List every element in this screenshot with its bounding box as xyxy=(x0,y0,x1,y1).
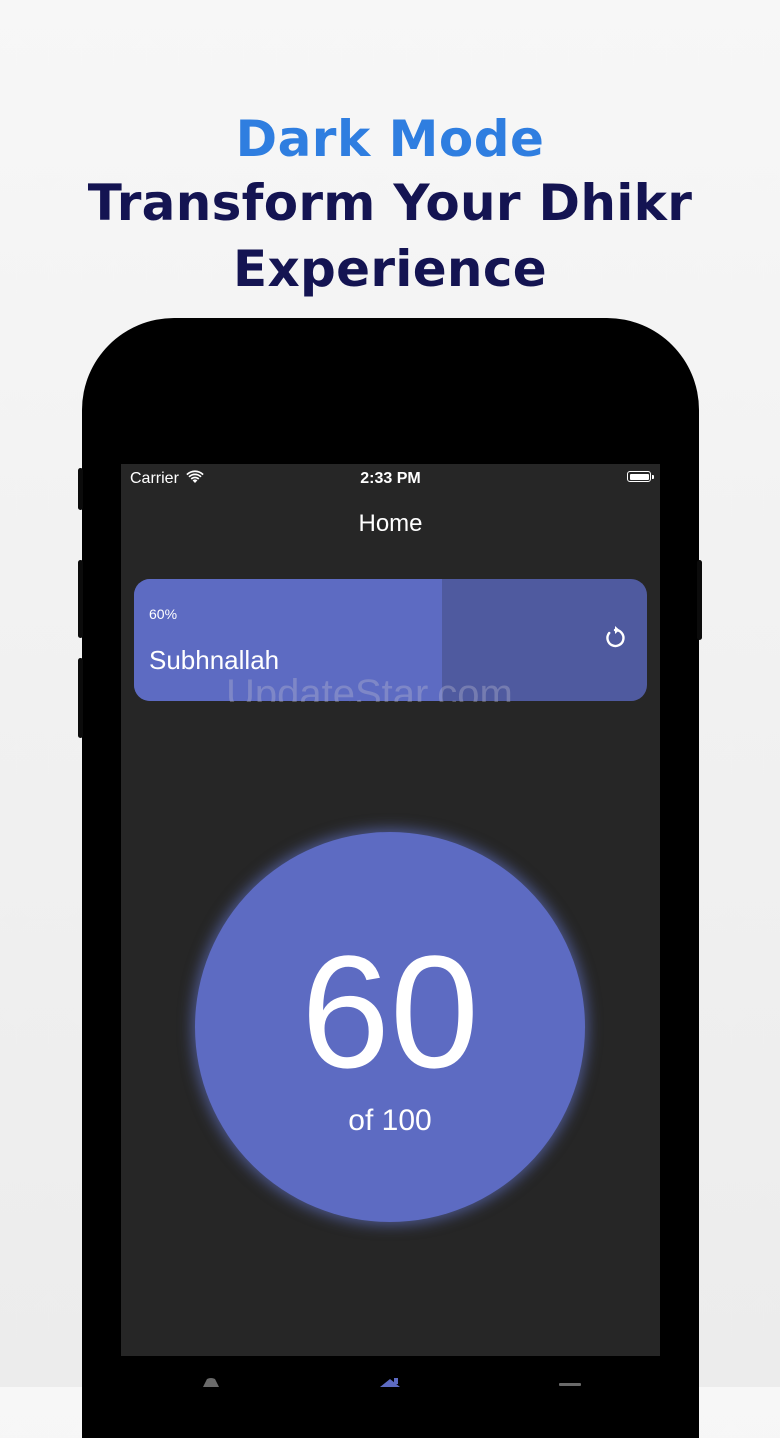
tab-icon-right[interactable] xyxy=(557,1378,583,1387)
phone-volume-up-button xyxy=(78,560,83,638)
phone-mute-switch xyxy=(78,468,83,510)
tab-icon-left[interactable] xyxy=(198,1378,224,1387)
counter-button[interactable]: 60 of 100 xyxy=(195,832,585,1222)
dhikr-progress-fill xyxy=(134,579,442,701)
counter-target: of 100 xyxy=(348,1104,432,1137)
nav-title: Home xyxy=(358,510,423,537)
phone-power-button xyxy=(697,560,702,640)
app-screen: Carrier 2:33 PM Home 60% Subhnallah 60 o… xyxy=(121,464,660,1356)
promo-main-title-line1: Transform Your Dhikr xyxy=(87,174,693,232)
dhikr-progress-percent: 60% xyxy=(149,606,178,622)
home-icon[interactable] xyxy=(377,1378,403,1387)
promo-main-title-line2: Experience xyxy=(233,240,547,298)
reset-icon[interactable] xyxy=(601,624,629,652)
dhikr-name: Subhnallah xyxy=(149,645,280,675)
battery-icon xyxy=(627,471,654,482)
counter-value: 60 xyxy=(301,922,479,1101)
promo-headline: Dark Mode Transform Your Dhikr Experienc… xyxy=(0,108,780,302)
promo-accent-title: Dark Mode xyxy=(235,110,545,168)
status-bar: Carrier 2:33 PM xyxy=(121,464,660,492)
status-time: 2:33 PM xyxy=(360,470,421,487)
dhikr-card[interactable]: 60% Subhnallah xyxy=(134,579,647,701)
phone-volume-down-button xyxy=(78,658,83,738)
